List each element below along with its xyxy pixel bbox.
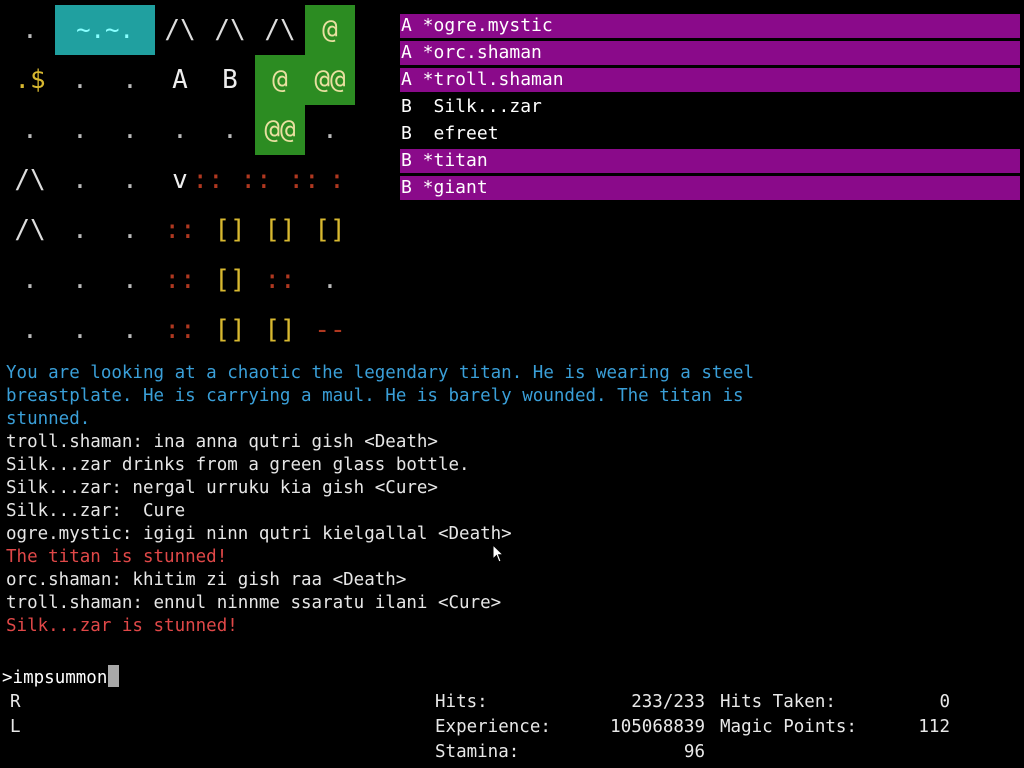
mouse-pointer-icon <box>492 544 504 563</box>
command-line[interactable]: >impsummon <box>2 665 120 689</box>
log-line: Silk...zar is stunned! <box>6 616 238 636</box>
floor-tile: . <box>72 215 88 245</box>
monster-list-item[interactable]: A *ogre.mystic <box>400 14 1020 38</box>
magic-points-label: Magic Points: <box>720 717 857 737</box>
log-line: You are looking at a chaotic the legenda… <box>6 363 755 383</box>
monster-list-item[interactable]: B *giant <box>400 176 1020 200</box>
dirt-tile: :: <box>164 215 196 245</box>
dirt-tile: :: <box>240 165 272 195</box>
floor-tile: . <box>22 15 38 45</box>
hits-value: 233/233 <box>631 692 705 712</box>
left-hand-label: L <box>10 717 21 737</box>
command-input[interactable]: impsummon <box>13 668 108 688</box>
monster-list-item[interactable]: B Silk...zar <box>400 95 1020 119</box>
floor-tile: . <box>72 65 88 95</box>
floor-tile: . <box>322 115 338 145</box>
floor-tile: . <box>122 115 138 145</box>
monster-group-b: B <box>222 65 238 95</box>
floor-tile: . <box>22 265 38 295</box>
floor-tile: . <box>72 315 88 345</box>
experience-value: 105068839 <box>610 717 705 737</box>
monster-group-a: A <box>172 65 188 95</box>
stamina-value: 96 <box>683 742 705 762</box>
dirt-tile: :: <box>264 265 296 295</box>
building-tile: [] <box>214 215 246 245</box>
monster-list-item[interactable]: A *troll.shaman <box>400 68 1020 92</box>
magic-points-value: 112 <box>918 717 950 737</box>
stamina-label: Stamina: <box>435 742 520 762</box>
log-line: The titan is stunned! <box>6 547 228 567</box>
log-line: stunned. <box>6 409 91 429</box>
log-line: breastplate. He is carrying a maul. He i… <box>6 386 744 406</box>
building-tile: [] <box>314 215 346 245</box>
monster-list-item[interactable]: A *orc.shaman <box>400 41 1020 65</box>
floor-tile: . <box>122 165 138 195</box>
hits-taken-label: Hits Taken: <box>720 692 836 712</box>
dirt-tile: :: <box>164 265 196 295</box>
grass-monster-tile: @@ <box>305 55 355 105</box>
road-tile: -- <box>314 315 346 345</box>
grass-monster-tile: @ <box>255 55 305 105</box>
mountain-tile: /\ <box>14 215 46 245</box>
map-view: . ~.~. /\ /\ /\ @ .$ . . A B @ @@ . . . … <box>0 0 360 355</box>
log-line: Silk...zar: nergal urruku kia gish <Cure… <box>6 478 438 498</box>
building-tile: [] <box>214 265 246 295</box>
log-line: orc.shaman: khitim zi gish raa <Death> <box>6 570 407 590</box>
message-log: You are looking at a chaotic the legenda… <box>6 362 1016 638</box>
log-line: ogre.mystic: igigi ninn qutri kielgallal… <box>6 524 512 544</box>
floor-tile: . <box>122 265 138 295</box>
mountain-tile: /\ <box>14 165 46 195</box>
monster-list-item[interactable]: B *titan <box>400 149 1020 173</box>
building-tile: [] <box>264 215 296 245</box>
dirt-tile: :: <box>192 165 224 195</box>
mountain-tile: /\ <box>264 15 296 45</box>
grass-monster-tile: @ <box>305 5 355 55</box>
floor-tile: . <box>122 215 138 245</box>
floor-tile: . <box>322 265 338 295</box>
grass-monster-tile: @@ <box>255 105 305 155</box>
log-line: troll.shaman: ennul ninnme ssaratu ilani… <box>6 593 502 613</box>
hits-taken-value: 0 <box>939 692 950 712</box>
floor-tile: . <box>172 115 188 145</box>
building-tile: [] <box>264 315 296 345</box>
water-tile: ~.~. <box>55 5 155 55</box>
log-line: Silk...zar: Cure <box>6 501 186 521</box>
log-line: troll.shaman: ina anna qutri gish <Death… <box>6 432 438 452</box>
command-prompt: > <box>2 668 13 688</box>
gold-tile: .$ <box>14 65 46 95</box>
dirt-tile: :: <box>288 165 320 195</box>
text-cursor <box>108 665 120 687</box>
monster-list: A *ogre.mystic A *orc.shaman A *troll.sh… <box>400 14 1020 203</box>
log-line: Silk...zar drinks from a green glass bot… <box>6 455 470 475</box>
mountain-tile: /\ <box>164 15 196 45</box>
hits-label: Hits: <box>435 692 488 712</box>
dirt-tile: : <box>329 165 345 195</box>
experience-label: Experience: <box>435 717 551 737</box>
floor-tile: . <box>122 315 138 345</box>
right-hand-label: R <box>10 692 21 712</box>
monster-list-item[interactable]: B efreet <box>400 122 1020 146</box>
floor-tile: . <box>72 165 88 195</box>
floor-tile: . <box>22 115 38 145</box>
floor-tile: . <box>72 115 88 145</box>
dirt-tile: :: <box>164 315 196 345</box>
building-tile: [] <box>214 315 246 345</box>
floor-tile: . <box>222 115 238 145</box>
floor-tile: . <box>122 65 138 95</box>
floor-tile: . <box>72 265 88 295</box>
mountain-tile: /\ <box>214 15 246 45</box>
floor-tile: . <box>22 315 38 345</box>
